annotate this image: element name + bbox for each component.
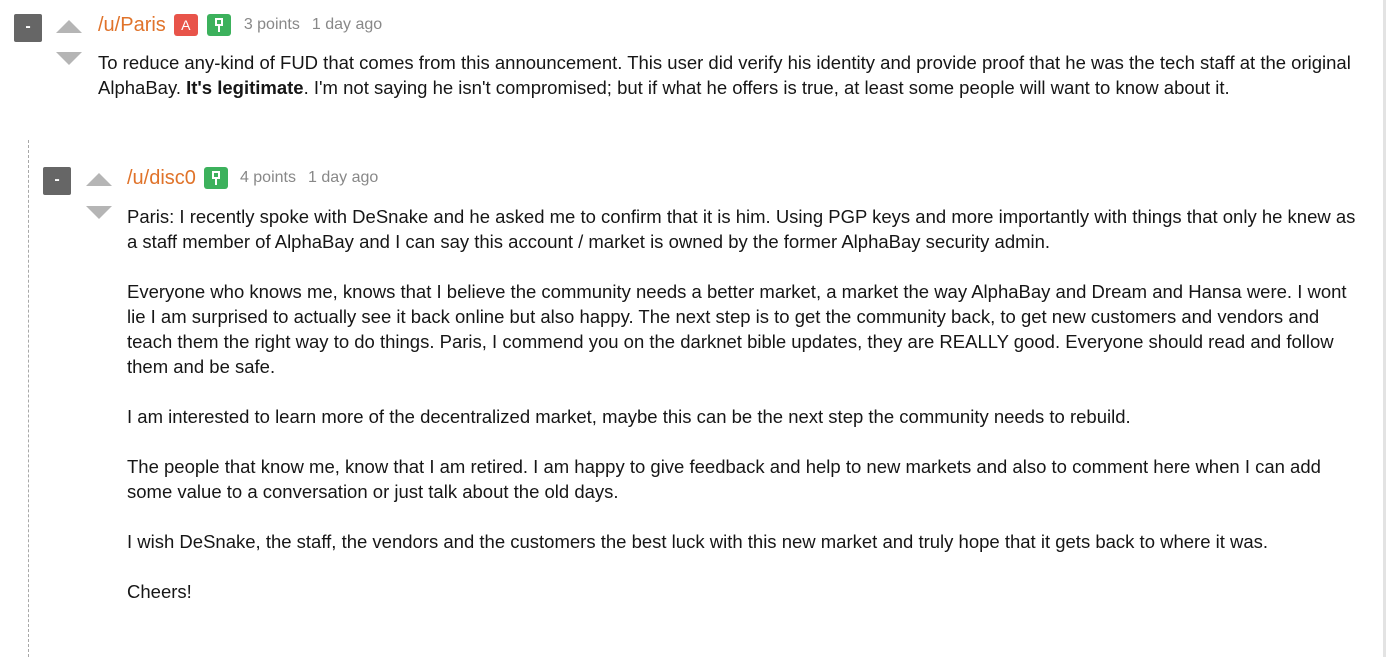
pin-icon [203, 167, 228, 189]
collapse-button[interactable]: - [14, 14, 42, 42]
pin-icon [206, 14, 231, 36]
points-count: 4 points [239, 169, 296, 186]
username-link[interactable]: /u/disc0 [127, 167, 196, 190]
timestamp: 1 day ago [307, 169, 379, 186]
upvote-arrow-icon[interactable] [56, 20, 82, 33]
comment-paragraph: Paris: I recently spoke with DeSnake and… [127, 206, 1356, 252]
admin-badge: A [173, 14, 198, 36]
upvote-arrow-icon[interactable] [86, 173, 112, 186]
comment-body: To reduce any-kind of FUD that comes fro… [98, 50, 1368, 100]
downvote-arrow-icon[interactable] [86, 206, 112, 219]
comment-text: . I'm not saying he isn't compromised; b… [303, 77, 1230, 98]
username-link[interactable]: /u/Paris [98, 14, 166, 37]
thread-line [28, 140, 29, 657]
downvote-arrow-icon[interactable] [56, 52, 82, 65]
comment-paragraph: The people that know me, know that I am … [127, 456, 1321, 502]
comment-paragraph: Cheers! [127, 581, 192, 602]
comment-bold-text: It's legitimate [186, 77, 304, 98]
comment-paragraph: Everyone who knows me, knows that I beli… [127, 281, 1347, 377]
comment-paragraph: I am interested to learn more of the dec… [127, 406, 1131, 427]
points-count: 3 points [243, 16, 300, 33]
comment-paragraph: I wish DeSnake, the staff, the vendors a… [127, 531, 1269, 552]
timestamp: 1 day ago [311, 16, 383, 33]
collapse-button[interactable]: - [43, 167, 71, 195]
comment-meta: /u/disc0 4 points 1 day ago [127, 165, 378, 191]
comment-body: Paris: I recently spoke with DeSnake and… [127, 204, 1362, 604]
comment-meta: /u/Paris A 3 points 1 day ago [98, 12, 382, 38]
